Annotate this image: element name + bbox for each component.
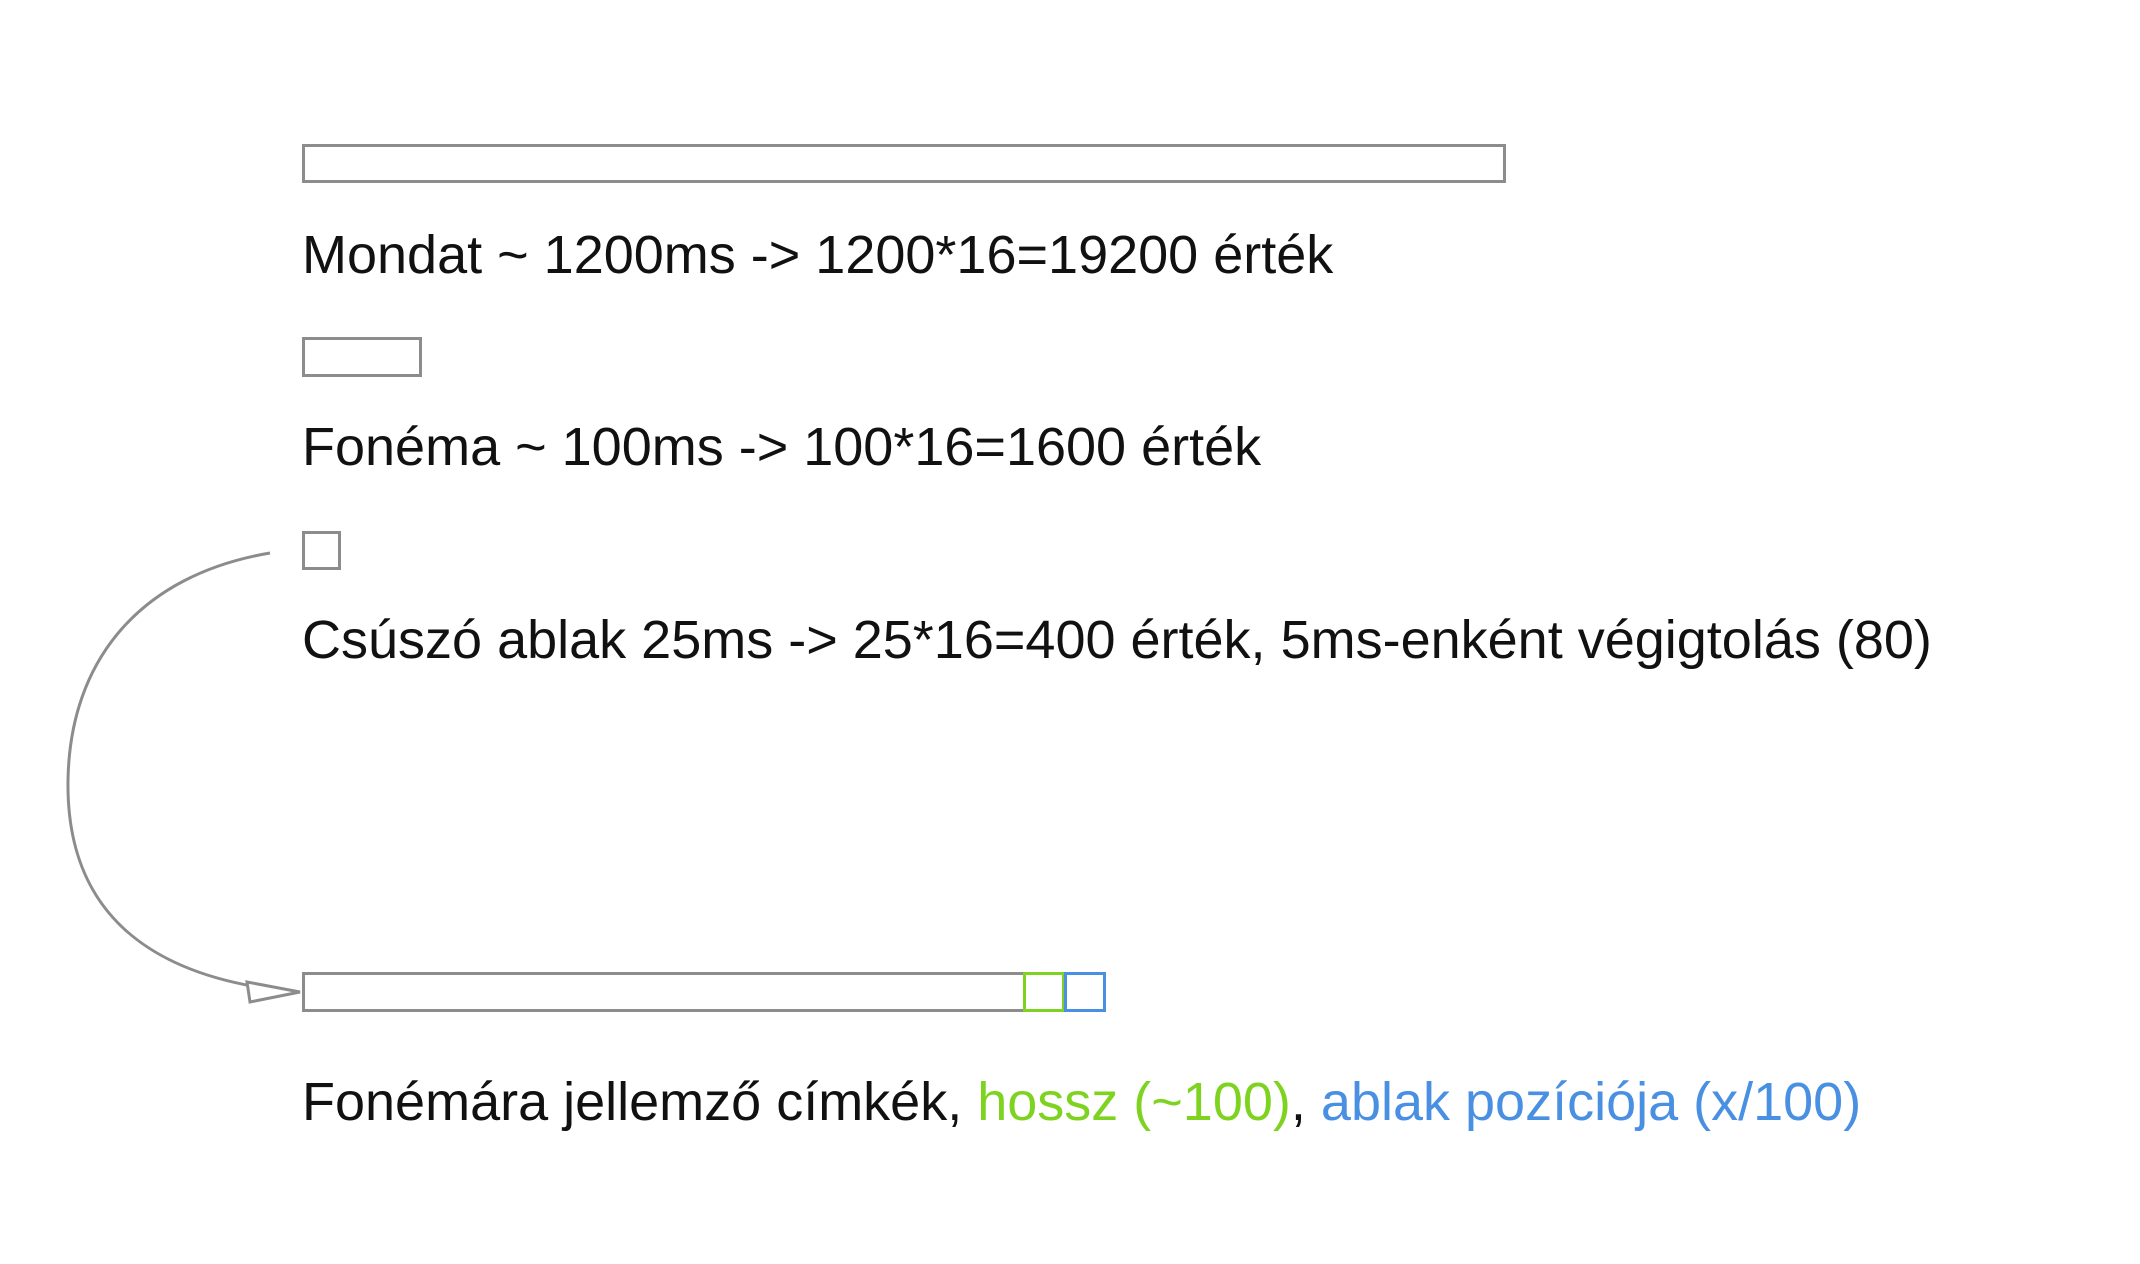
arrowhead-icon [245, 980, 301, 1004]
window-position-feature-cell [1064, 972, 1106, 1012]
feature-label: Fonémára jellemző címkék, hossz (~100), … [302, 1075, 1861, 1129]
position-feature-label: ablak pozíciója (x/100) [1320, 1072, 1862, 1132]
feature-label-separator: , [1290, 1072, 1321, 1132]
feature-label-prefix: Fonémára jellemző címkék, [302, 1072, 978, 1132]
arrow-curve [66, 551, 287, 993]
length-feature-label: hossz (~100) [977, 1072, 1291, 1132]
feature-vector-bar [302, 972, 1028, 1012]
length-feature-cell [1023, 972, 1065, 1012]
